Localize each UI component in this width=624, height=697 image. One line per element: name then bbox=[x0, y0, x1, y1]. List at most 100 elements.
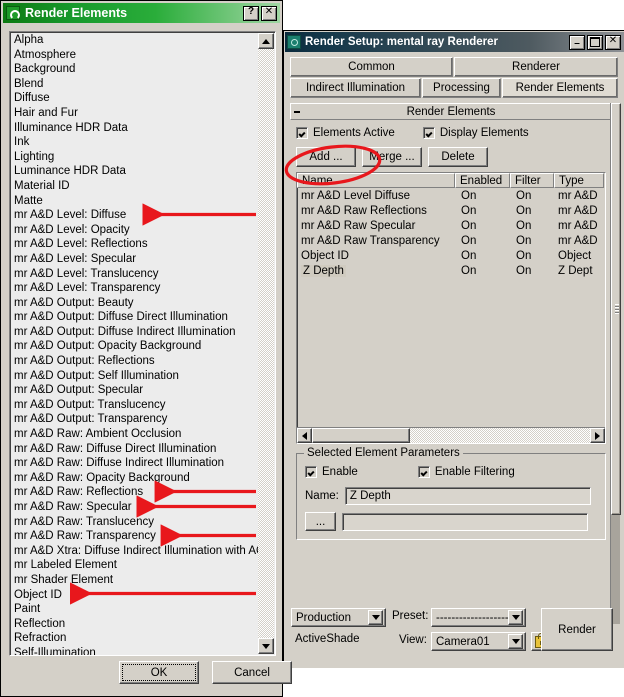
close-button[interactable]: ✕ bbox=[261, 5, 277, 21]
column-header-filter[interactable]: Filter bbox=[510, 173, 554, 188]
list-item[interactable]: Atmosphere bbox=[11, 48, 257, 63]
list-item[interactable]: Hair and Fur bbox=[11, 106, 257, 121]
list-item[interactable]: mr A&D Level: Reflections bbox=[11, 237, 257, 252]
panel-vscroll-thumb[interactable] bbox=[611, 103, 621, 515]
activeshade-label[interactable]: ActiveShade bbox=[295, 633, 360, 645]
view-combo[interactable]: Camera01 bbox=[431, 632, 526, 651]
list-item[interactable]: mr A&D Level: Transparency bbox=[11, 281, 257, 296]
list-item[interactable]: mr A&D Output: Transparency bbox=[11, 412, 257, 427]
list-item[interactable]: mr A&D Output: Diffuse Indirect Illumina… bbox=[11, 325, 257, 340]
list-item[interactable]: mr A&D Raw: Diffuse Direct Illumination bbox=[11, 442, 257, 457]
scroll-left-button[interactable] bbox=[297, 428, 312, 443]
list-item[interactable]: Ink bbox=[11, 135, 257, 150]
render-elements-table[interactable]: Name Enabled Filter Type mr A&D Level Di… bbox=[296, 172, 606, 444]
enable-filtering-checkbox[interactable] bbox=[417, 466, 430, 478]
list-item[interactable]: mr A&D Output: Opacity Background bbox=[11, 339, 257, 354]
list-item[interactable]: mr A&D Level: Opacity bbox=[11, 223, 257, 238]
list-item[interactable]: Alpha bbox=[11, 33, 257, 48]
enable-checkbox[interactable] bbox=[305, 466, 317, 478]
list-item[interactable]: mr A&D Raw: Translucency bbox=[11, 515, 257, 530]
cancel-button[interactable]: Cancel bbox=[212, 661, 292, 684]
table-row[interactable]: mr A&D Level Diffuse On On mr A&D bbox=[297, 188, 605, 203]
list-item[interactable]: mr Shader Element bbox=[11, 573, 257, 588]
list-item[interactable]: Self-Illumination bbox=[11, 646, 257, 655]
list-item[interactable]: mr Labeled Element bbox=[11, 558, 257, 573]
list-item[interactable]: mr A&D Output: Diffuse Direct Illuminati… bbox=[11, 310, 257, 325]
tab-common[interactable]: Common bbox=[290, 57, 453, 77]
list-item[interactable]: mr A&D Raw: Ambient Occlusion bbox=[11, 427, 257, 442]
list-item[interactable]: Luminance HDR Data bbox=[11, 164, 257, 179]
column-header-name[interactable]: Name bbox=[297, 173, 455, 188]
delete-element-button[interactable]: Delete bbox=[428, 147, 488, 167]
list-vertical-scrollbar[interactable] bbox=[258, 33, 274, 654]
elements-active-checkbox[interactable] bbox=[296, 127, 308, 139]
table-row[interactable]: mr A&D Raw Reflections On On mr A&D bbox=[297, 203, 605, 218]
list-item[interactable]: Lighting bbox=[11, 150, 257, 165]
list-item[interactable]: Background bbox=[11, 62, 257, 77]
list-item[interactable]: mr A&D Output: Translucency bbox=[11, 398, 257, 413]
table-row[interactable]: Z Depth On On Z Dept bbox=[297, 263, 605, 278]
panel-vertical-scrollbar[interactable] bbox=[610, 103, 621, 624]
help-button[interactable]: ? bbox=[243, 5, 259, 21]
minimize-button[interactable]: – bbox=[569, 34, 585, 50]
list-item[interactable]: mr A&D Raw: Opacity Background bbox=[11, 471, 257, 486]
list-item[interactable]: Object ID bbox=[11, 588, 257, 603]
list-item[interactable]: mr A&D Level: Specular bbox=[11, 252, 257, 267]
list-item[interactable]: mr A&D Raw: Transparency bbox=[11, 529, 257, 544]
render-setup-tabs: Common Renderer Indirect Illumination Pr… bbox=[290, 57, 618, 99]
scroll-up-button[interactable] bbox=[258, 33, 274, 49]
list-item[interactable]: mr A&D Output: Specular bbox=[11, 383, 257, 398]
available-elements-list[interactable]: Alpha Atmosphere Background Blend Diffuse Hai… bbox=[9, 31, 276, 656]
hscroll-thumb[interactable] bbox=[312, 428, 410, 443]
tab-renderer[interactable]: Renderer bbox=[454, 57, 618, 77]
column-header-type[interactable]: Type bbox=[554, 173, 604, 188]
list-item[interactable]: Diffuse bbox=[11, 91, 257, 106]
list-item[interactable]: Material ID bbox=[11, 179, 257, 194]
hscroll-track[interactable] bbox=[312, 428, 590, 443]
tab-indirect-illumination[interactable]: Indirect Illumination bbox=[290, 78, 421, 98]
close-button[interactable]: ✕ bbox=[605, 34, 621, 50]
table-row[interactable]: mr A&D Raw Transparency On On mr A&D bbox=[297, 233, 605, 248]
ok-button[interactable]: OK bbox=[119, 661, 199, 684]
list-item[interactable]: mr A&D Output: Reflections bbox=[11, 354, 257, 369]
table-row[interactable]: Object ID On On Object bbox=[297, 248, 605, 263]
tab-render-elements[interactable]: Render Elements bbox=[502, 78, 618, 98]
chevron-down-icon[interactable] bbox=[508, 610, 523, 625]
chevron-down-icon[interactable] bbox=[508, 634, 523, 649]
list-item[interactable]: mr A&D Output: Self Illumination bbox=[11, 369, 257, 384]
rollout-header[interactable]: Render Elements bbox=[290, 103, 612, 120]
column-header-enabled[interactable]: Enabled bbox=[455, 173, 510, 188]
list-item[interactable]: Blend bbox=[11, 77, 257, 92]
merge-element-button[interactable]: Merge ... bbox=[362, 147, 422, 167]
list-item[interactable]: mr A&D Output: Beauty bbox=[11, 296, 257, 311]
list-item[interactable]: Reflection bbox=[11, 617, 257, 632]
table-row[interactable]: mr A&D Raw Specular On On mr A&D bbox=[297, 218, 605, 233]
render-mode-combo[interactable]: Production bbox=[291, 608, 386, 627]
scroll-down-button[interactable] bbox=[258, 638, 274, 654]
element-action-buttons: Add ... Merge ... Delete bbox=[296, 147, 606, 167]
scroll-right-button[interactable] bbox=[590, 428, 605, 443]
add-element-button[interactable]: Add ... bbox=[296, 147, 356, 167]
browse-file-button[interactable]: ... bbox=[305, 512, 336, 531]
list-item[interactable]: mr A&D Raw: Reflections bbox=[11, 485, 257, 500]
list-item[interactable]: Illuminance HDR Data bbox=[11, 121, 257, 136]
list-item[interactable]: mr A&D Raw: Diffuse Indirect Illuminatio… bbox=[11, 456, 257, 471]
tab-processing[interactable]: Processing bbox=[422, 78, 501, 98]
display-elements-checkbox[interactable] bbox=[422, 127, 435, 139]
render-setup-titlebar[interactable]: Render Setup: mental ray Renderer – ✕ bbox=[285, 32, 624, 52]
element-file-input[interactable] bbox=[342, 512, 588, 531]
list-item[interactable]: Matte bbox=[11, 194, 257, 209]
render-button[interactable]: Render bbox=[541, 608, 613, 651]
chevron-down-icon[interactable] bbox=[368, 610, 383, 625]
element-name-input[interactable]: Z Depth bbox=[344, 487, 591, 505]
table-horizontal-scrollbar[interactable] bbox=[297, 427, 605, 443]
list-item[interactable]: Paint bbox=[11, 602, 257, 617]
list-item[interactable]: mr A&D Level: Diffuse bbox=[11, 208, 257, 223]
dialog-titlebar[interactable]: Render Elements ? ✕ bbox=[3, 3, 280, 23]
maximize-button[interactable] bbox=[587, 34, 603, 50]
list-item[interactable]: mr A&D Level: Translucency bbox=[11, 267, 257, 282]
list-item[interactable]: Refraction bbox=[11, 631, 257, 646]
list-item[interactable]: mr A&D Raw: Specular bbox=[11, 500, 257, 515]
preset-combo[interactable]: -------------------- bbox=[431, 608, 526, 627]
list-item[interactable]: mr A&D Xtra: Diffuse Indirect Illuminati… bbox=[11, 544, 265, 559]
